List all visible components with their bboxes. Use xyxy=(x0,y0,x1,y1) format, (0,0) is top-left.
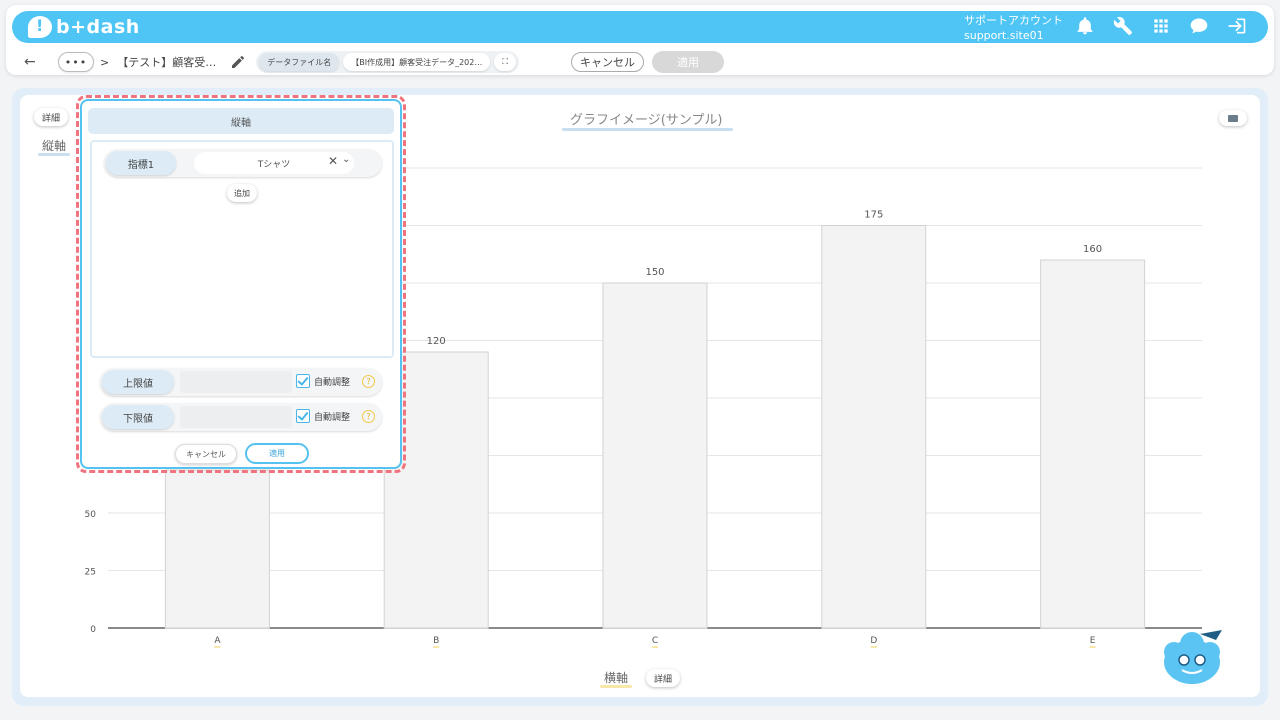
x-tick-underline xyxy=(652,646,658,648)
chart-title[interactable]: グラフイメージ(サンプル) xyxy=(562,109,732,131)
x-tick-underline xyxy=(870,646,877,648)
lower-auto-checkbox[interactable] xyxy=(296,409,310,423)
y-tick-label: 50 xyxy=(85,510,97,520)
y-tick-label: 25 xyxy=(85,568,96,578)
vertical-axis-caption[interactable]: 縦軸 xyxy=(37,137,71,156)
popup-title: 縦軸 xyxy=(88,108,394,134)
bar-value-label: 150 xyxy=(645,267,664,278)
x-tick-label: B xyxy=(433,636,439,646)
x-tick-underline xyxy=(214,646,221,648)
y-tick-label: 0 xyxy=(90,625,96,635)
lower-auto-label: 自動調整 xyxy=(314,413,351,423)
metric-label: 指標1 xyxy=(106,151,176,175)
upper-limit-label: 上限値 xyxy=(102,370,174,394)
horizontal-axis-caption[interactable]: 横軸 xyxy=(599,669,633,688)
horizontal-axis-detail-button[interactable]: 詳細 xyxy=(646,669,681,687)
popup-cancel-button[interactable]: キャンセル xyxy=(175,444,237,464)
upper-limit-row: 上限値 自動調整 ? xyxy=(100,368,382,396)
x-tick-underline xyxy=(1089,646,1096,648)
upper-limit-input[interactable] xyxy=(180,371,292,393)
bar-value-label: 120 xyxy=(427,336,446,347)
add-metric-button[interactable]: 追加 xyxy=(227,184,257,202)
metric-list: 指標1 Tシャツ ✕ ⌄ 追加 xyxy=(90,140,394,358)
bar xyxy=(602,282,708,629)
x-tick-label: E xyxy=(1090,636,1096,646)
bar xyxy=(821,225,927,629)
keyboard-icon xyxy=(1228,114,1238,122)
bar xyxy=(1040,259,1146,629)
chart-settings-badge[interactable] xyxy=(1219,110,1247,126)
x-tick-label: A xyxy=(214,636,221,646)
upper-auto-label: 自動調整 xyxy=(314,378,351,388)
lower-help-icon[interactable]: ? xyxy=(362,410,375,423)
popup-apply-button[interactable]: 適用 xyxy=(245,443,309,464)
bar-value-label: 160 xyxy=(1083,244,1102,255)
chevron-down-icon[interactable]: ⌄ xyxy=(342,154,350,165)
bar-value-label: 175 xyxy=(864,210,883,221)
vertical-axis-popup: 縦軸 指標1 Tシャツ ✕ ⌄ 追加 上限値 自動調整 ? 下限値 自動調整 ?… xyxy=(80,99,402,469)
clear-icon[interactable]: ✕ xyxy=(328,154,338,168)
x-tick-label: C xyxy=(652,636,658,646)
x-tick-underline xyxy=(433,646,440,648)
upper-auto-checkbox[interactable] xyxy=(296,374,310,388)
mascot-icon[interactable] xyxy=(1160,626,1228,692)
bar xyxy=(164,469,270,629)
lower-limit-label: 下限値 xyxy=(102,405,174,429)
lower-limit-input[interactable] xyxy=(180,406,292,428)
lower-limit-row: 下限値 自動調整 ? xyxy=(100,403,382,431)
metric-row: 指標1 Tシャツ ✕ ⌄ xyxy=(104,149,382,177)
x-tick-label: D xyxy=(870,636,877,646)
vertical-axis-detail-button[interactable]: 詳細 xyxy=(34,108,69,126)
upper-help-icon[interactable]: ? xyxy=(362,375,375,388)
